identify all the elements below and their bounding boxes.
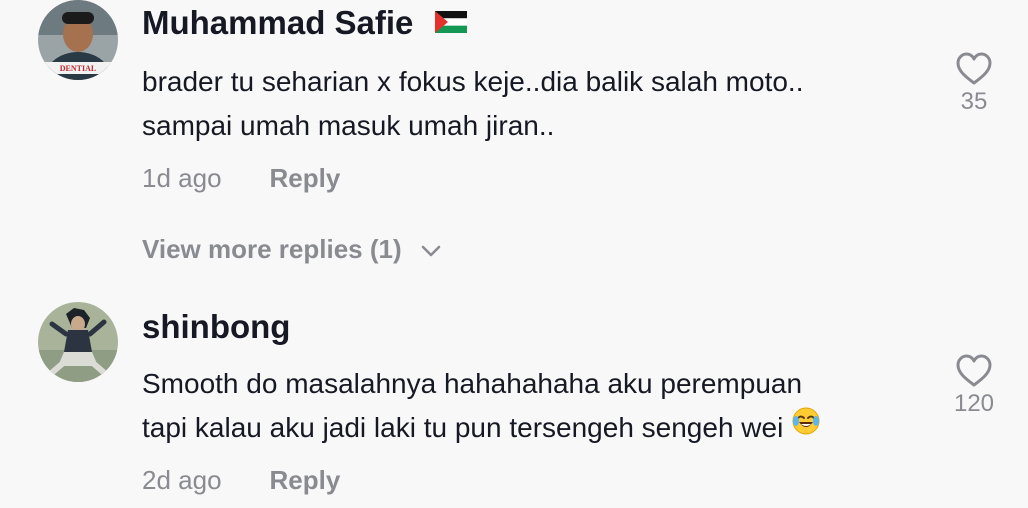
comment-text: brader tu seharian x fokus keje..dia bal…	[142, 60, 803, 148]
comment-line: tapi kalau aku jadi laki tu pun tersenge…	[142, 412, 784, 443]
comment-line-wrap: tapi kalau aku jadi laki tu pun tersenge…	[142, 406, 821, 452]
comment-line: brader tu seharian x fokus keje..dia bal…	[142, 66, 804, 97]
heart-icon[interactable]	[956, 52, 992, 86]
view-more-label[interactable]: View more replies (1)	[142, 234, 402, 264]
like-count: 120	[953, 390, 995, 417]
comment-line: sampai umah masuk umah jiran..	[142, 110, 555, 141]
view-more-replies-button[interactable]: View more replies (1)	[142, 234, 441, 265]
like-count: 35	[960, 88, 988, 115]
avatar[interactable]: DENTIAL	[38, 0, 118, 80]
face-with-tears-of-joy-icon	[791, 405, 821, 449]
reply-button[interactable]: Reply	[270, 163, 341, 193]
timestamp: 2d ago	[142, 465, 222, 495]
comment-meta: 1d ago Reply	[142, 163, 340, 194]
like-button[interactable]: 120	[950, 354, 998, 418]
comment-meta: 2d ago Reply	[142, 465, 340, 496]
avatar[interactable]	[38, 302, 118, 382]
reply-button[interactable]: Reply	[270, 465, 341, 495]
avatar-logo-text: DENTIAL	[60, 64, 96, 73]
comment-text: Smooth do masalahnya hahahahaha aku pere…	[142, 362, 821, 452]
username[interactable]: Muhammad Safie	[142, 4, 467, 44]
username[interactable]: shinbong	[142, 308, 290, 346]
palestine-flag-icon	[434, 3, 467, 41]
like-button[interactable]: 35	[950, 52, 998, 116]
comment-line: Smooth do masalahnya hahahahaha aku pere…	[142, 368, 803, 399]
timestamp: 1d ago	[142, 163, 222, 193]
heart-icon[interactable]	[956, 354, 992, 388]
chevron-down-icon[interactable]	[421, 245, 441, 257]
